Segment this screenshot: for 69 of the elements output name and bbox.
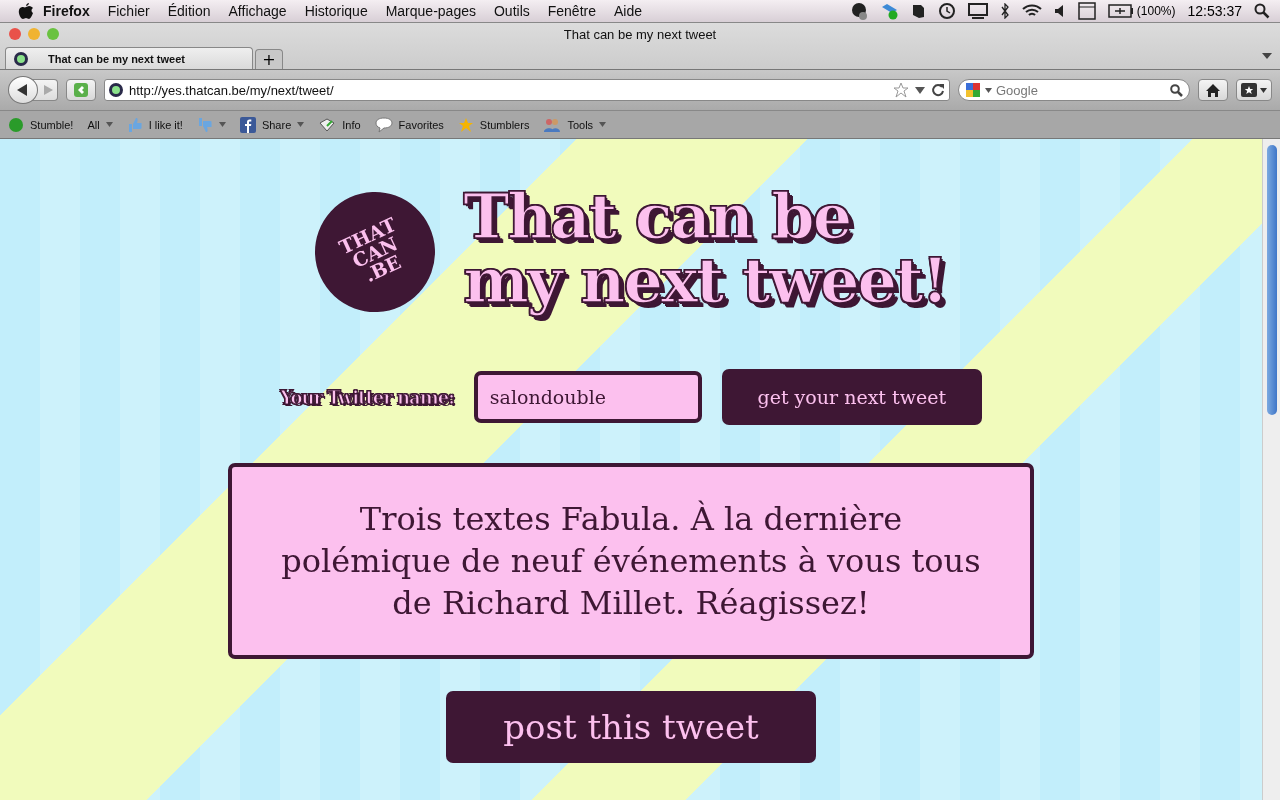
bookmark-item[interactable]: Favorites	[374, 116, 444, 133]
search-placeholder: Google	[996, 82, 1039, 98]
menu-item[interactable]: Fichier	[98, 3, 159, 19]
back-arrow-icon	[17, 84, 29, 96]
forward-arrow-icon	[44, 85, 53, 95]
menu-item[interactable]: Fenêtre	[538, 3, 605, 19]
app-menu[interactable]: Firefox	[34, 3, 99, 19]
stumble-icon	[8, 116, 24, 133]
speech-bubble-icon	[374, 116, 393, 133]
menu-item[interactable]: Historique	[295, 3, 377, 19]
caret-icon[interactable]	[915, 86, 925, 94]
get-tweet-button[interactable]: get your next tweet	[721, 369, 982, 425]
display-icon[interactable]	[967, 3, 988, 19]
bookmark-star-icon[interactable]	[893, 82, 909, 98]
menu-item[interactable]: Outils	[484, 3, 539, 19]
site-icon	[109, 83, 123, 97]
caret-icon	[1260, 87, 1267, 93]
close-icon[interactable]	[9, 28, 21, 40]
bookmark-item[interactable]: Share	[239, 116, 305, 133]
bookmark-item[interactable]: All	[87, 118, 113, 131]
tab-list-icon[interactable]	[1262, 53, 1272, 59]
feed-icon	[73, 82, 89, 98]
battery-icon[interactable]	[1107, 4, 1134, 18]
share-icon	[318, 116, 337, 133]
battery-percent: (100%)	[1136, 4, 1176, 18]
volume-icon[interactable]	[1053, 4, 1066, 18]
post-tweet-button[interactable]: post this tweet	[446, 691, 816, 763]
google-icon	[965, 82, 981, 98]
apple-icon[interactable]	[18, 2, 34, 20]
bookmark-star-icon	[1241, 83, 1257, 97]
menu-item[interactable]: Édition	[158, 3, 220, 19]
search-field[interactable]: Google	[958, 79, 1190, 101]
bookmarks-button[interactable]	[1236, 79, 1272, 101]
clock[interactable]: 12:53:37	[1187, 3, 1242, 19]
bookmark-item[interactable]: I like it!	[126, 116, 183, 133]
search-icon[interactable]	[1254, 3, 1270, 19]
scrollbar[interactable]	[1262, 139, 1280, 800]
twitter-name-field[interactable]: salondouble	[473, 371, 702, 423]
bookmark-item[interactable]: Stumblers	[457, 116, 530, 133]
menu-item[interactable]: Marque-pages	[376, 3, 485, 19]
site-icon	[14, 51, 28, 66]
search-icon[interactable]	[1170, 83, 1183, 97]
menu-item[interactable]: Aide	[605, 3, 652, 19]
window-title: That can be my next tweet	[563, 26, 717, 42]
caret-icon[interactable]	[985, 87, 992, 93]
tab-title: That can be my next tweet	[48, 52, 185, 65]
browser-tab[interactable]: That can be my next tweet	[5, 47, 253, 69]
thumbs-down-icon	[196, 116, 213, 133]
menu-item[interactable]: Affichage	[219, 3, 296, 19]
new-tab-button[interactable]: +	[255, 49, 283, 69]
star-icon	[457, 116, 474, 133]
url-text: http://yes.thatcan.be/my/next/tweet/	[129, 82, 335, 98]
back-button[interactable]	[8, 76, 38, 104]
bookmark-item[interactable]	[196, 116, 226, 133]
home-button[interactable]	[1198, 79, 1228, 101]
address-bar[interactable]: http://yes.thatcan.be/my/next/tweet/	[104, 79, 950, 101]
bookmark-item[interactable]: Stumble!	[8, 116, 74, 133]
thumbs-up-icon	[126, 116, 143, 133]
clock-icon[interactable]	[937, 2, 956, 20]
home-icon	[1206, 83, 1220, 97]
bookmark-item[interactable]: Info	[318, 116, 361, 133]
bluetooth-icon[interactable]	[999, 3, 1010, 19]
reload-icon[interactable]	[931, 83, 945, 97]
facebook-icon	[239, 116, 256, 133]
people-icon	[543, 116, 562, 133]
tweet-text: Trois textes Fabula. À la dernière polémique de neuf événements à vous tous de Richard Millet. Réagissez!	[228, 463, 1034, 659]
scrollbar-thumb[interactable]	[1266, 145, 1277, 415]
feed-button[interactable]	[66, 79, 96, 101]
bookmark-item[interactable]: Tools	[543, 116, 607, 133]
